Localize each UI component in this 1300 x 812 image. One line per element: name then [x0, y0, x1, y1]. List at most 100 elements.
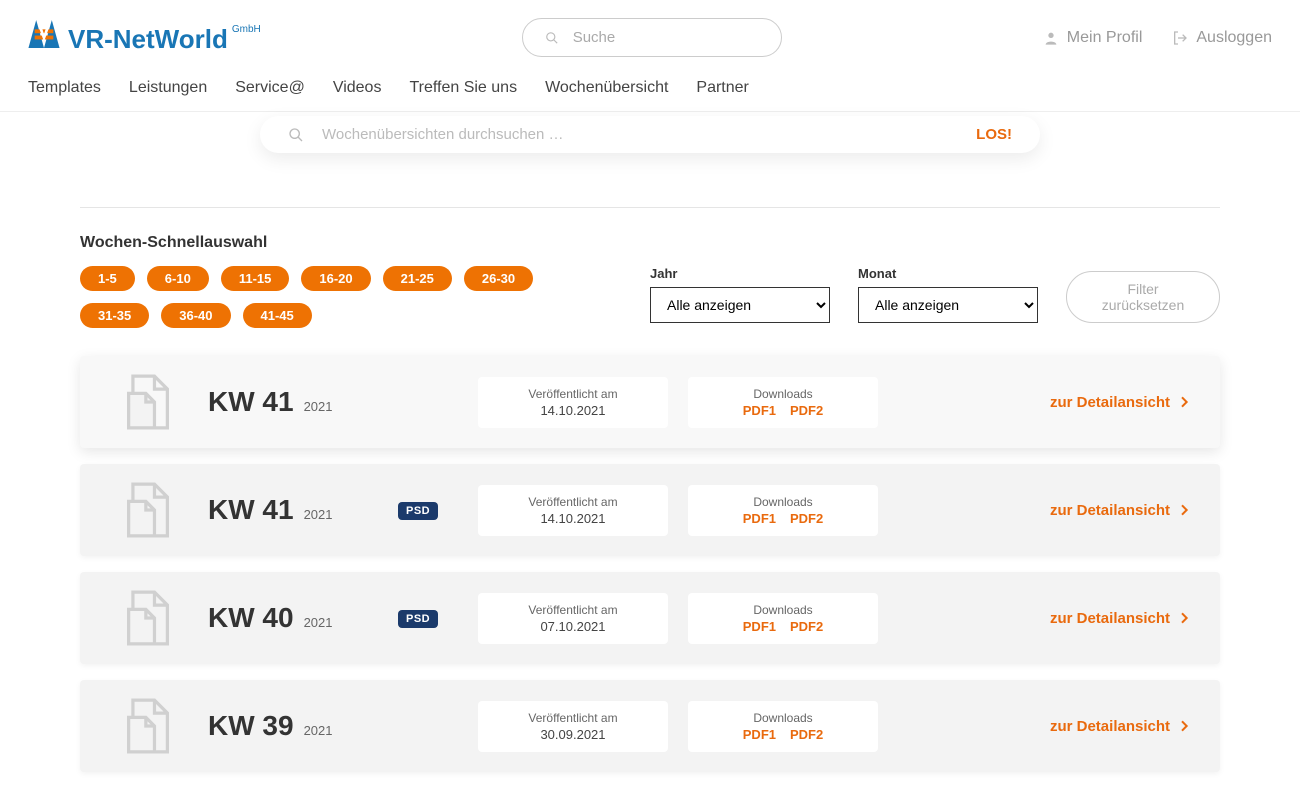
month-select[interactable]: Alle anzeigen: [858, 287, 1038, 323]
published-date: 14.10.2021: [496, 511, 650, 526]
quick-select-pills: 1-5 6-10 11-15 16-20 21-25 26-30 31-35 36-40 41-…: [80, 266, 600, 328]
pdf2-link[interactable]: PDF2: [790, 619, 823, 634]
result-row: KW 41 2021 PSD Veröffentlicht am 14.10.2021 D…: [80, 464, 1220, 556]
psd-badge: PSD: [398, 610, 438, 628]
published-card: Veröffentlicht am 30.09.2021: [478, 701, 668, 752]
year-select[interactable]: Alle anzeigen: [650, 287, 830, 323]
chevron-right-icon: [1176, 610, 1192, 626]
kw-title: KW 41: [208, 386, 294, 418]
month-label: Monat: [858, 266, 1038, 281]
detail-label: zur Detailansicht: [1050, 394, 1170, 411]
week-range-pill[interactable]: 41-45: [243, 303, 312, 328]
nav-item[interactable]: Treffen Sie uns: [409, 79, 517, 97]
detail-link[interactable]: zur Detailansicht: [1050, 610, 1192, 627]
downloads-label: Downloads: [706, 711, 860, 725]
week-range-pill[interactable]: 31-35: [80, 303, 149, 328]
page-search[interactable]: LOS!: [260, 116, 1040, 153]
pdf2-link[interactable]: PDF2: [790, 511, 823, 526]
pdf1-link[interactable]: PDF1: [743, 619, 776, 634]
week-range-pill[interactable]: 36-40: [161, 303, 230, 328]
logout-label: Ausloggen: [1196, 29, 1272, 47]
week-range-pill[interactable]: 6-10: [147, 266, 209, 291]
published-card: Veröffentlicht am 07.10.2021: [478, 593, 668, 644]
page-search-input[interactable]: [322, 126, 958, 143]
result-row: KW 39 2021 Veröffentlicht am 30.09.2021 Down…: [80, 680, 1220, 772]
published-label: Veröffentlicht am: [496, 495, 650, 509]
published-card: Veröffentlicht am 14.10.2021: [478, 485, 668, 536]
global-search-input[interactable]: [573, 29, 759, 46]
nav-item[interactable]: Videos: [333, 79, 382, 97]
logout-link[interactable]: Ausloggen: [1172, 29, 1272, 47]
global-search[interactable]: [522, 18, 782, 57]
downloads-card: Downloads PDF1 PDF2: [688, 485, 878, 536]
file-icon: [108, 698, 188, 754]
detail-label: zur Detailansicht: [1050, 718, 1170, 735]
file-icon: [108, 482, 188, 538]
pdf1-link[interactable]: PDF1: [743, 727, 776, 742]
downloads-label: Downloads: [706, 387, 860, 401]
published-date: 07.10.2021: [496, 619, 650, 634]
pdf1-link[interactable]: PDF1: [743, 511, 776, 526]
main-nav: Templates Leistungen Service@ Videos Treffen…: [0, 67, 1300, 112]
week-range-pill[interactable]: 21-25: [383, 266, 452, 291]
downloads-card: Downloads PDF1 PDF2: [688, 377, 878, 428]
published-label: Veröffentlicht am: [496, 387, 650, 401]
chevron-right-icon: [1176, 394, 1192, 410]
pdf2-link[interactable]: PDF2: [790, 727, 823, 742]
kw-year: 2021: [304, 723, 333, 738]
pdf2-link[interactable]: PDF2: [790, 403, 823, 418]
detail-label: zur Detailansicht: [1050, 610, 1170, 627]
chevron-right-icon: [1176, 502, 1192, 518]
result-row: KW 41 2021 Veröffentlicht am 14.10.2021 Down…: [80, 356, 1220, 448]
profile-label: Mein Profil: [1067, 29, 1143, 47]
detail-link[interactable]: zur Detailansicht: [1050, 502, 1192, 519]
kw-title: KW 39: [208, 710, 294, 742]
published-date: 30.09.2021: [496, 727, 650, 742]
brand-name: VR-NetWorld: [68, 24, 228, 55]
detail-link[interactable]: zur Detailansicht: [1050, 394, 1192, 411]
nav-item[interactable]: Service@: [235, 79, 305, 97]
quick-select-title: Wochen-Schnellauswahl: [80, 234, 1220, 252]
logout-icon: [1172, 30, 1188, 46]
brand-suffix: GmbH: [232, 24, 261, 35]
kw-year: 2021: [304, 399, 333, 414]
kw-title: KW 41: [208, 494, 294, 526]
nav-item[interactable]: Partner: [696, 79, 748, 97]
year-label: Jahr: [650, 266, 830, 281]
downloads-card: Downloads PDF1 PDF2: [688, 593, 878, 644]
divider: [80, 207, 1220, 208]
week-range-pill[interactable]: 1-5: [80, 266, 135, 291]
downloads-label: Downloads: [706, 495, 860, 509]
week-range-pill[interactable]: 26-30: [464, 266, 533, 291]
week-range-pill[interactable]: 11-15: [221, 266, 290, 291]
nav-item[interactable]: Templates: [28, 79, 101, 97]
file-icon: [108, 590, 188, 646]
week-range-pill[interactable]: 16-20: [301, 266, 370, 291]
profile-link[interactable]: Mein Profil: [1043, 29, 1143, 47]
brand-logo[interactable]: VR-NetWorld GmbH: [28, 20, 261, 55]
published-date: 14.10.2021: [496, 403, 650, 418]
search-icon: [545, 30, 559, 46]
reset-filter-button[interactable]: Filter zurücksetzen: [1066, 271, 1220, 323]
psd-badge: PSD: [398, 502, 438, 520]
chevron-right-icon: [1176, 718, 1192, 734]
kw-year: 2021: [304, 615, 333, 630]
published-card: Veröffentlicht am 14.10.2021: [478, 377, 668, 428]
downloads-card: Downloads PDF1 PDF2: [688, 701, 878, 752]
downloads-label: Downloads: [706, 603, 860, 617]
user-icon: [1043, 30, 1059, 46]
page-search-go-button[interactable]: LOS!: [976, 126, 1012, 143]
published-label: Veröffentlicht am: [496, 711, 650, 725]
kw-title: KW 40: [208, 602, 294, 634]
detail-label: zur Detailansicht: [1050, 502, 1170, 519]
kw-year: 2021: [304, 507, 333, 522]
file-icon: [108, 374, 188, 430]
nav-item[interactable]: Leistungen: [129, 79, 207, 97]
pdf1-link[interactable]: PDF1: [743, 403, 776, 418]
search-icon: [288, 127, 304, 143]
brand-logo-mark: [28, 20, 60, 48]
published-label: Veröffentlicht am: [496, 603, 650, 617]
result-row: KW 40 2021 PSD Veröffentlicht am 07.10.2021 D…: [80, 572, 1220, 664]
nav-item[interactable]: Wochenübersicht: [545, 79, 668, 97]
detail-link[interactable]: zur Detailansicht: [1050, 718, 1192, 735]
